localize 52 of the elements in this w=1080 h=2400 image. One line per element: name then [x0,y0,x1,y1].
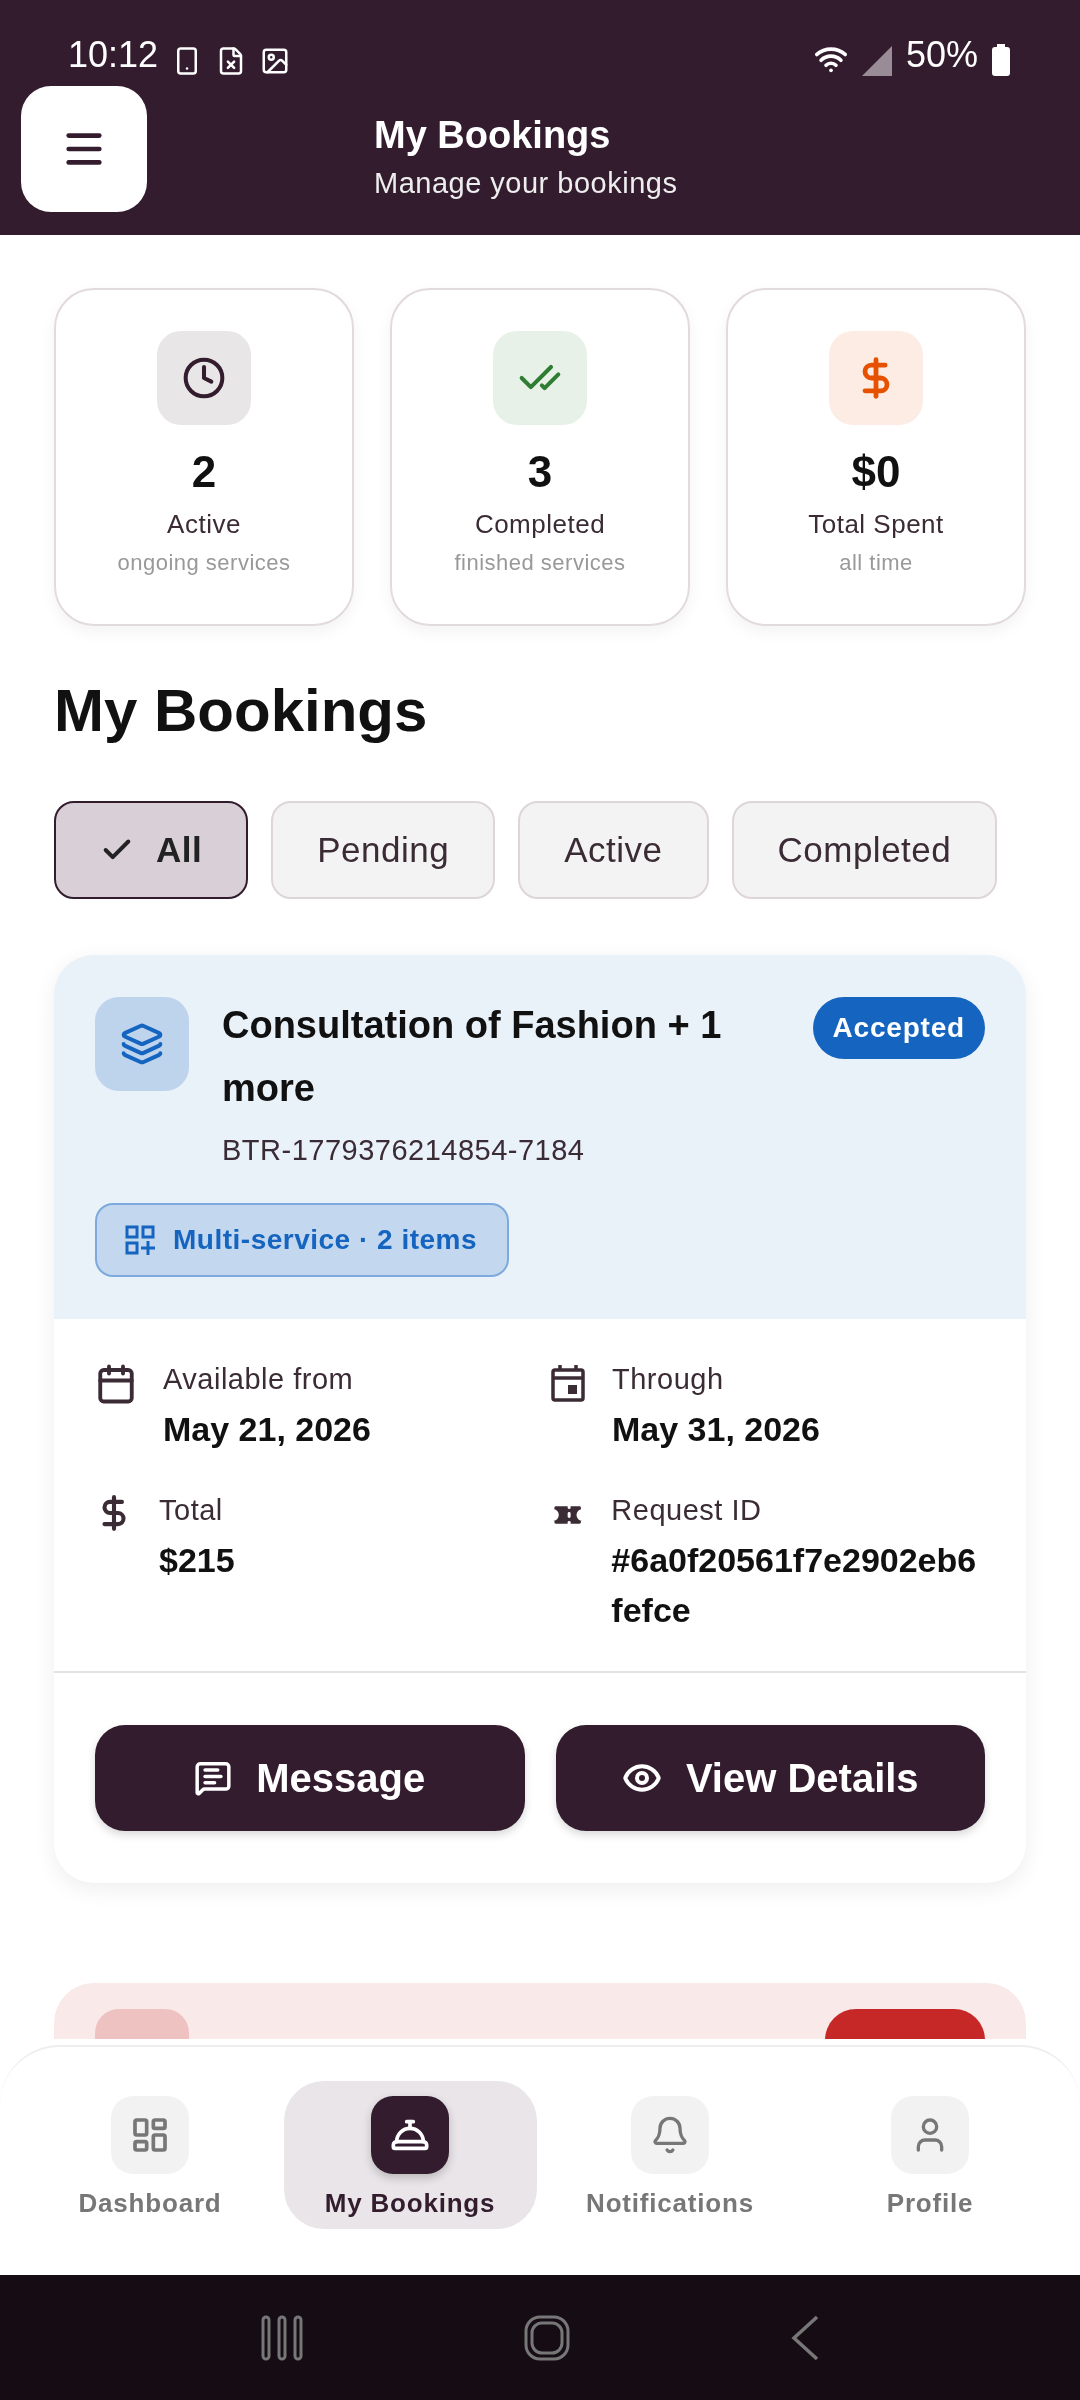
nav-item[interactable]: My Bookings [283,2081,537,2229]
stat-caption: finished services [454,550,626,576]
detail-value: May 31, 2026 [612,1409,820,1450]
stat-label: Active [167,509,241,540]
menu-button[interactable] [21,86,147,212]
filter-chip[interactable]: All [54,801,249,899]
clock-icon [182,356,226,400]
stat-caption: all time [839,550,913,576]
view-details-button[interactable]: View Details [555,1725,985,1831]
home-icon[interactable] [524,2314,570,2361]
filter-chip[interactable]: Completed [731,801,998,899]
booking-card[interactable] [54,955,1026,1883]
recent-apps-icon[interactable] [260,2314,304,2361]
detail-label: Total [159,1494,224,1527]
multi-service-tag: Multi-service · 2 items [95,1203,510,1277]
message-icon [194,1759,233,1797]
stat-caption: ongoing services [117,550,291,576]
stat-label: Completed [474,509,606,540]
detail-value: #6a0f20561f7e2902eb6fefce [611,1540,978,1631]
grid-plus-icon [125,1225,155,1255]
signal-icon [861,46,892,76]
nav-item[interactable]: Notifications [543,2081,797,2229]
bell-icon [650,2115,690,2155]
booking-title: Consultation of Fashion + 1 more [222,1003,723,1111]
status-badge: Accepted [812,997,985,1059]
battery-icon [992,44,1010,76]
detail-label: Available from [163,1363,355,1396]
image-icon [260,46,291,76]
filter-chip[interactable]: Active [518,801,709,899]
section-title: My Bookings [54,676,429,745]
battery-percent: 50% [905,34,978,76]
detail-label: Through [612,1363,725,1396]
stat-value: $0 [851,447,901,497]
detail-value: $215 [159,1540,235,1581]
detail-value: May 21, 2026 [163,1409,371,1450]
status-time: 10:12 [68,34,159,76]
back-icon[interactable] [790,2314,820,2361]
nav-item[interactable]: Dashboard [23,2081,277,2229]
calendar-icon [95,1363,137,1405]
stat-label: Total Spent [808,509,944,540]
page-subtitle: Manage your bookings [374,167,678,200]
booking-code: BTR-1779376214854-7184 [222,1134,586,1167]
detail-label: Request ID [611,1494,763,1527]
message-button[interactable]: Message [95,1725,525,1831]
dashboard-icon [130,2115,170,2155]
stat-value: 2 [191,447,217,497]
layers-icon [120,1022,164,1066]
page-title: My Bookings [374,114,612,157]
filter-chip[interactable]: Pending [271,801,496,899]
stat-value: 3 [527,447,553,497]
nav-item[interactable]: Profile [803,2081,1057,2229]
calendar-icon [550,1363,586,1403]
